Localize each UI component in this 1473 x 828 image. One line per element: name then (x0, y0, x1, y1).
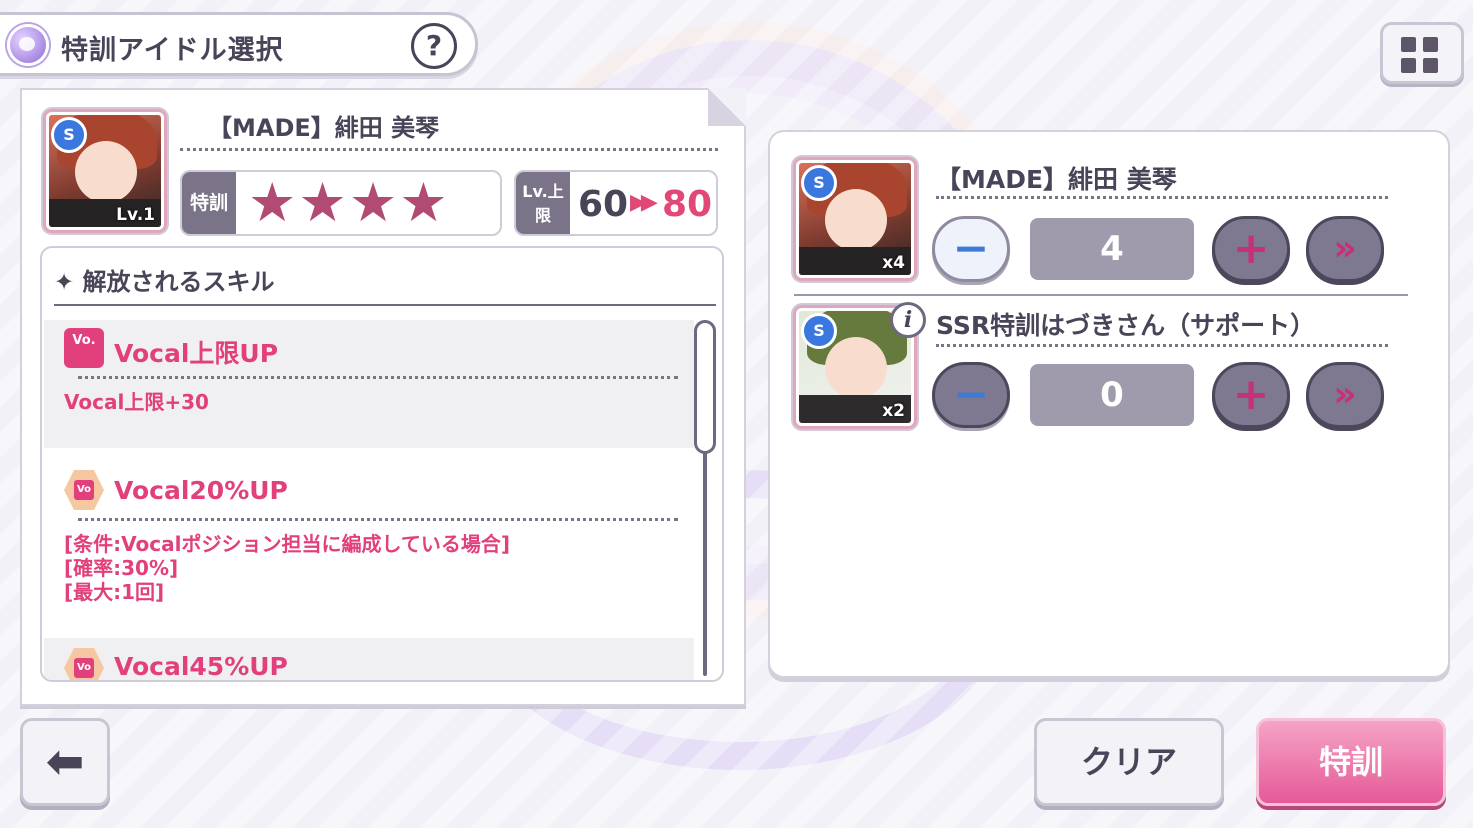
skill-description: Vocal上限+30 (64, 390, 209, 414)
info-icon[interactable]: i (890, 302, 926, 338)
level-cap-to: 80 (662, 184, 713, 225)
skill-item[interactable]: Vocal20%UP [条件:Vocalポジション担当に編成している場合] [確… (44, 448, 694, 638)
double-arrow-icon: ▶▶ (630, 190, 658, 215)
owned-count: x2 (882, 401, 905, 421)
material-name: 【MADE】緋田 美琴 (936, 165, 1177, 194)
grid-icon (1423, 58, 1438, 73)
star-rating: ★★★★ (248, 171, 450, 234)
page-fold (708, 88, 746, 126)
skill-item[interactable]: Vo. Vocal上限UP Vocal上限+30 (44, 320, 694, 448)
quantity-display: 4 (1030, 218, 1194, 280)
divider (54, 304, 716, 306)
decrement-button[interactable]: − (932, 362, 1010, 428)
vocal-up-icon (64, 470, 104, 510)
skill-name: Vocal20%UP (114, 476, 288, 505)
max-button[interactable]: » (1306, 216, 1384, 282)
rarity-s-icon: S (801, 165, 837, 201)
idol-detail-panel: S Lv.1 【MADE】緋田 美琴 特訓 ★★★★ Lv.上限 60 ▶▶ 8… (20, 88, 746, 706)
max-button[interactable]: » (1306, 362, 1384, 428)
unlocked-skills-list[interactable]: ✦ 解放されるスキル Vo. Vocal上限UP Vocal上限+30 Voca… (40, 246, 724, 682)
material-name: SSR特訓はづきさん（サポート） (936, 311, 1316, 340)
quantity-display: 0 (1030, 364, 1194, 426)
level-cap-from: 60 (578, 184, 629, 225)
idol-card-thumbnail[interactable]: S Lv.1 (46, 112, 164, 230)
divider (180, 148, 718, 151)
grid-icon (1423, 37, 1438, 52)
increment-button[interactable]: + (1212, 216, 1290, 282)
help-button[interactable]: ? (411, 23, 457, 69)
increment-button[interactable]: + (1212, 362, 1290, 428)
train-button[interactable]: 特訓 (1256, 718, 1446, 806)
training-icon (7, 24, 49, 66)
material-selection-panel: S x4 【MADE】緋田 美琴 − 4 + » S x2 i SSR特訓はづき… (768, 130, 1450, 678)
vocal-cap-up-icon: Vo. (64, 328, 104, 368)
divider (936, 344, 1388, 347)
card-level: Lv.1 (116, 205, 155, 225)
skill-item[interactable]: Vocal45%UP (44, 638, 694, 681)
divider (936, 196, 1388, 199)
skill-name: Vocal45%UP (114, 652, 288, 681)
skill-description: [条件:Vocalポジション担当に編成している場合] [確率:30%] [最大:… (64, 532, 511, 604)
level-cap-box: Lv.上限 60 ▶▶ 80 (514, 170, 718, 236)
clear-button[interactable]: クリア (1034, 718, 1224, 806)
grid-icon (1401, 58, 1416, 73)
grid-menu-button[interactable] (1380, 22, 1464, 84)
divider (794, 294, 1408, 296)
rarity-s-icon: S (51, 117, 87, 153)
back-button[interactable]: ⬅ (20, 718, 110, 806)
owned-count: x4 (882, 253, 905, 273)
page-title: 特訓アイドル選択 (61, 35, 284, 66)
screen-header: 特訓アイドル選択 ? (0, 12, 478, 76)
material-card-thumbnail[interactable]: S x4 (796, 160, 914, 278)
idol-name: 【MADE】緋田 美琴 (208, 114, 440, 142)
divider (78, 518, 678, 521)
divider (78, 376, 678, 379)
training-label: 特訓 (182, 172, 236, 234)
rarity-s-icon: S (801, 313, 837, 349)
vocal-up-icon (64, 648, 104, 680)
scrollbar-thumb[interactable] (694, 320, 716, 454)
skills-scrollbar[interactable] (694, 320, 716, 676)
grid-icon (1401, 37, 1416, 52)
decrement-button[interactable]: − (932, 216, 1010, 282)
level-cap-label: Lv.上限 (516, 172, 570, 234)
skills-header: ✦ 解放されるスキル (54, 268, 275, 296)
skill-name: Vocal上限UP (114, 339, 279, 368)
training-stars: 特訓 ★★★★ (180, 170, 502, 236)
